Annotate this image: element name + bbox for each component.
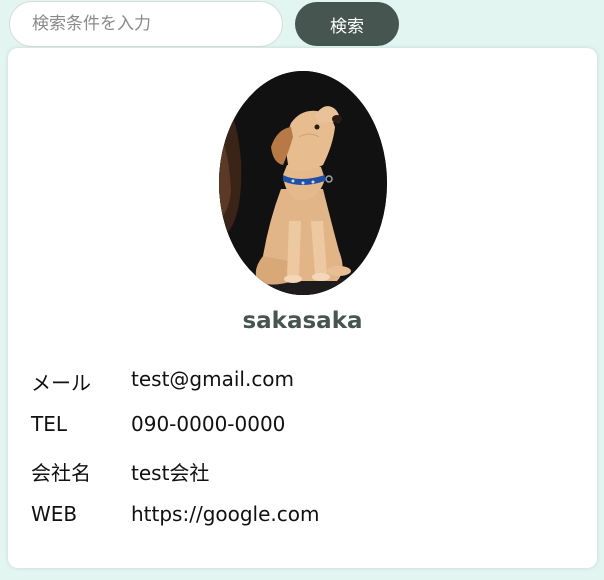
company-value: test会社 (131, 461, 210, 485)
info-label: WEB (31, 502, 78, 526)
info-label: TEL (31, 412, 67, 436)
email-value: test@gmail.com (131, 367, 295, 391)
search-button[interactable]: 検索 (295, 2, 399, 46)
web-link[interactable]: https://google.com (131, 502, 320, 526)
profile-name: sakasaka (242, 308, 363, 334)
search-input[interactable] (9, 1, 283, 47)
tel-value: 090-0000-0000 (131, 412, 286, 436)
avatar (219, 71, 387, 295)
info-label: 会社名 (31, 461, 91, 485)
info-label: メール (31, 371, 91, 395)
dog-photo-icon (219, 71, 387, 295)
profile-card: sakasaka メール test@gmail.com TEL 090-0000… (8, 48, 597, 568)
